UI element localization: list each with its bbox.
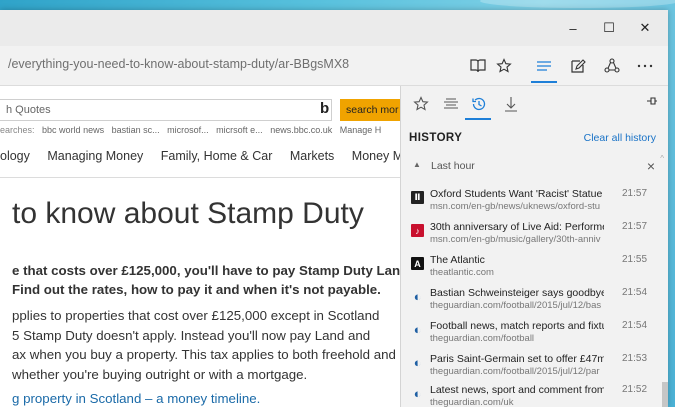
body-line: ax when you buy a property. This tax app…	[12, 347, 396, 362]
history-item-title: Latest news, sport and comment from the	[430, 384, 604, 396]
history-item[interactable]: Ⅱ Oxford Students Want 'Racist' Statue R…	[401, 188, 661, 222]
pin-pane-icon[interactable]	[646, 96, 658, 109]
scroll-up-icon[interactable]: ^	[660, 154, 664, 163]
history-item-time: 21:54	[622, 287, 648, 298]
recent-search-link[interactable]: microsof...	[167, 125, 209, 135]
lede-line: Find out the rates, how to pay it and wh…	[12, 282, 381, 297]
body-line: 5 Stamp Duty doesn't apply. Instead you'…	[12, 327, 371, 343]
history-item-title: Bastian Schweinsteiger says goodbye to B	[430, 287, 604, 299]
maximize-button[interactable]: ☐	[592, 10, 626, 46]
divider	[0, 177, 400, 178]
minimize-button[interactable]: –	[556, 10, 590, 46]
search-input[interactable]: h Quotes	[0, 99, 332, 121]
url-field[interactable]: /everything-you-need-to-know-about-stamp…	[8, 57, 349, 71]
history-item-time: 21:55	[622, 254, 648, 265]
history-item-url: msn.com/en-gb/music/gallery/30th-anniv	[430, 234, 601, 245]
history-item[interactable]: ♪ 30th anniversary of Live Aid: Performe…	[401, 221, 661, 255]
favorites-icon[interactable]	[409, 92, 433, 116]
recent-search-link[interactable]: news.bbc.co.uk	[270, 125, 332, 135]
downloads-icon[interactable]	[499, 92, 523, 116]
history-item-time: 21:54	[622, 320, 648, 331]
history-item-url: theguardian.com/football/2015/jul/12/par	[430, 366, 600, 377]
category-link[interactable]: Family, Home & Car	[161, 149, 273, 163]
history-item-url: theatlantic.com	[430, 267, 494, 278]
web-page: h Quotes b search mor earches: bbc world…	[0, 87, 400, 407]
history-heading: HISTORY	[409, 132, 463, 144]
category-link[interactable]: Markets	[290, 149, 334, 163]
history-item[interactable]: ◐ Bastian Schweinsteiger says goodbye to…	[401, 287, 661, 321]
history-group-label: Last hour	[431, 160, 475, 172]
recent-search-link[interactable]: micrsoft e...	[216, 125, 263, 135]
article-body: pplies to properties that cost over £125…	[12, 306, 400, 384]
history-tab-indicator	[465, 118, 491, 120]
recent-searches: earches: bbc world news bastian sc... mi…	[0, 125, 386, 135]
guardian-icon: ◐	[413, 355, 422, 370]
more-icon[interactable]	[633, 54, 657, 78]
history-item[interactable]: A The Atlantic theatlantic.com 21:55	[401, 254, 661, 288]
history-item-title: Paris Saint-Germain set to offer £47m fo…	[430, 353, 604, 365]
body-line: pplies to properties that cost over £125…	[12, 308, 380, 323]
guardian-icon: ◐	[413, 386, 422, 401]
guardian-icon: ◐	[413, 289, 422, 304]
history-item-title: 30th anniversary of Live Aid: Performers…	[430, 221, 604, 233]
lede-line: e that costs over £125,000, you'll have …	[12, 263, 400, 278]
history-item-title: Football news, match reports and fixture…	[430, 320, 604, 332]
hub-icon[interactable]	[532, 54, 556, 78]
favorite-star-icon[interactable]	[492, 54, 516, 78]
web-note-icon[interactable]	[566, 54, 590, 78]
history-item[interactable]: ◐ Football news, match reports and fixtu…	[401, 320, 661, 354]
history-item-url: theguardian.com/football	[430, 333, 535, 344]
recent-searches-label: earches:	[0, 125, 35, 135]
atlantic-icon: A	[411, 257, 424, 270]
music-icon: ♪	[411, 224, 424, 237]
history-item-url: theguardian.com/uk	[430, 397, 514, 407]
history-item-title: Oxford Students Want 'Racist' Statue Rem	[430, 188, 604, 200]
scrollbar-thumb[interactable]	[662, 382, 668, 407]
history-item-title: The Atlantic	[430, 254, 485, 266]
recent-search-link[interactable]: bbc world news	[42, 125, 104, 135]
hub-panel: HISTORY Clear all history ▲ Last hour × …	[400, 86, 668, 407]
reading-view-icon[interactable]	[466, 54, 490, 78]
history-item-time: 21:57	[622, 188, 648, 199]
history-item-time: 21:53	[622, 353, 648, 364]
history-group-header[interactable]: ▲ Last hour ×	[409, 158, 659, 174]
category-nav: ology Managing Money Family, Home & Car …	[0, 149, 400, 163]
history-item-time: 21:57	[622, 221, 648, 232]
guardian-icon: ◐	[413, 322, 422, 337]
related-article-link[interactable]: g property in Scotland – a money timelin…	[12, 391, 260, 406]
article-headline: to know about Stamp Duty	[12, 197, 364, 230]
category-link[interactable]: Managing Money	[47, 149, 143, 163]
history-item[interactable]: ◐ Latest news, sport and comment from th…	[401, 384, 661, 407]
category-link[interactable]: ology	[0, 149, 30, 163]
browser-window: – ☐ ✕ /everything-you-need-to-know-about…	[0, 10, 668, 407]
history-item-url: theguardian.com/football/2015/jul/12/bas	[430, 300, 602, 311]
hub-active-indicator	[531, 81, 557, 83]
close-icon[interactable]: ×	[647, 158, 655, 174]
collapse-triangle-icon[interactable]: ▲	[413, 160, 421, 169]
recent-search-link[interactable]: bastian sc...	[112, 125, 160, 135]
history-item-time: 21:52	[622, 384, 648, 395]
desktop-wallpaper-streak	[480, 0, 675, 8]
history-item-url: msn.com/en-gb/news/uknews/oxford-stu	[430, 201, 601, 212]
close-window-button[interactable]: ✕	[628, 10, 662, 46]
ft-icon: Ⅱ	[411, 191, 424, 204]
title-bar: – ☐ ✕	[0, 10, 668, 46]
search-button[interactable]: search mor	[340, 99, 400, 121]
body-line: whether you're buying outright or with a…	[12, 366, 308, 382]
reading-list-icon[interactable]	[439, 92, 463, 116]
bing-logo-icon: b	[320, 100, 330, 117]
clear-all-history-link[interactable]: Clear all history	[584, 132, 656, 144]
history-icon[interactable]	[467, 92, 491, 116]
address-bar: /everything-you-need-to-know-about-stamp…	[0, 46, 668, 86]
share-icon[interactable]	[600, 54, 624, 78]
history-item[interactable]: ◐ Paris Saint-Germain set to offer £47m …	[401, 353, 661, 387]
category-link[interactable]: Money Matters	[352, 149, 400, 163]
manage-history-link[interactable]: Manage H	[340, 125, 382, 135]
article-lede: e that costs over £125,000, you'll have …	[12, 261, 400, 299]
